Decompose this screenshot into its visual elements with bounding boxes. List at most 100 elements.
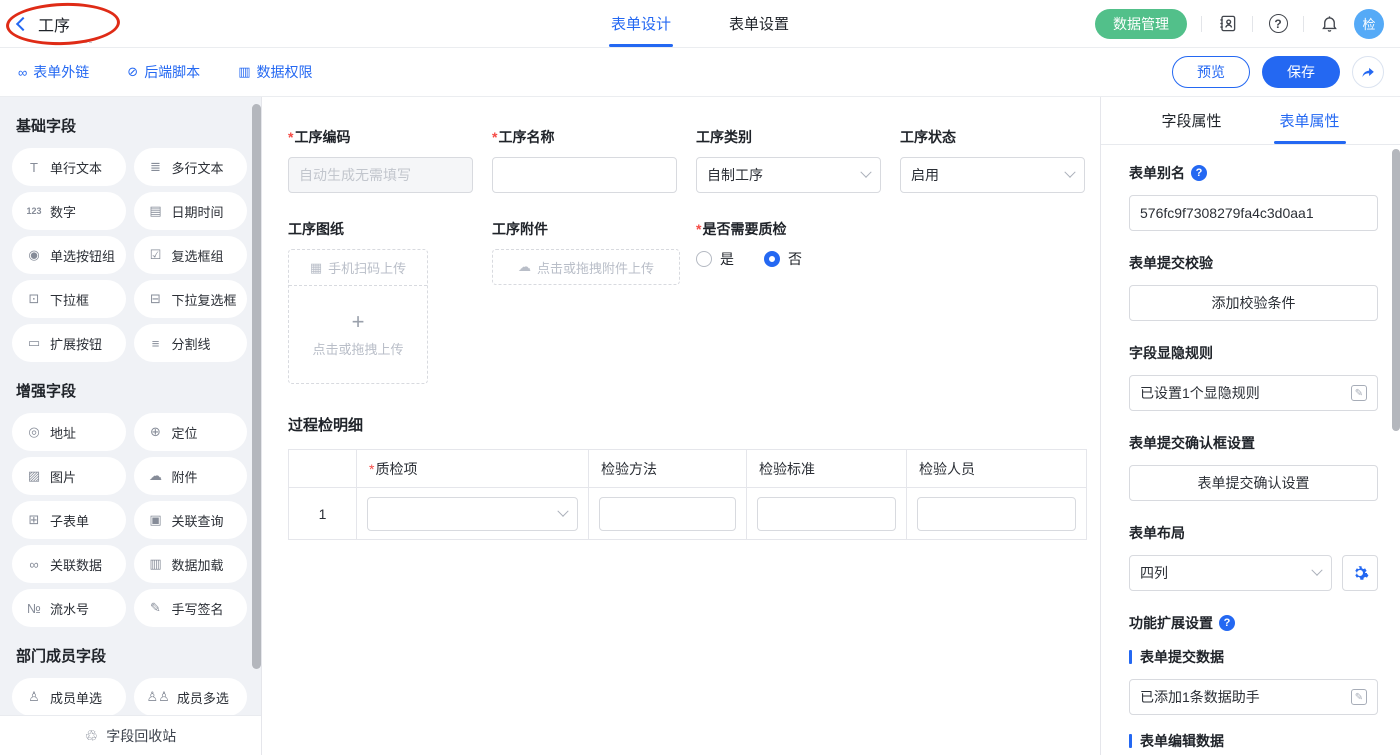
contacts-icon[interactable]: [1216, 13, 1238, 35]
palette-item-multi-select[interactable]: ⊟下拉复选框: [134, 280, 248, 318]
button-icon: ▭: [25, 335, 43, 351]
back-icon[interactable]: [16, 17, 30, 31]
external-link-button[interactable]: ∞ 表单外链: [18, 62, 89, 82]
palette-item-data-load[interactable]: ▥数据加载: [134, 545, 248, 583]
submit-data-box[interactable]: 已添加1条数据助手 ✎: [1129, 679, 1378, 715]
form-alias-input[interactable]: [1129, 195, 1378, 231]
properties-scrollbar[interactable]: [1392, 149, 1400, 431]
palette-item-extend-button[interactable]: ▭ 扩展按钮: [12, 324, 126, 362]
palette-scrollbar[interactable]: [252, 104, 261, 669]
qc-radio-no[interactable]: 否: [764, 249, 802, 269]
back-group[interactable]: 工序: [18, 12, 70, 36]
palette-item-label: 多行文本: [172, 158, 224, 177]
submit-data-subsection: 表单提交数据 已添加1条数据助手 ✎: [1129, 647, 1378, 715]
palette-item-checkbox-group[interactable]: ☑复选框组: [134, 236, 248, 274]
tab-form-design[interactable]: 表单设计: [611, 0, 671, 47]
submit-confirm-label: 表单提交确认框设置: [1129, 433, 1378, 453]
palette-item-label: 定位: [172, 423, 198, 442]
submit-validation-label: 表单提交校验: [1129, 253, 1378, 273]
field-recycle-bin[interactable]: ♲ 字段回收站: [0, 715, 261, 755]
process-status-select[interactable]: 启用: [900, 157, 1085, 193]
section-member-fields: 部门成员字段: [16, 645, 247, 666]
process-name-input[interactable]: [492, 157, 677, 193]
palette-item-location[interactable]: ⊕定位: [134, 413, 248, 451]
palette-item-image[interactable]: ▨图片: [12, 457, 126, 495]
cloud-upload-icon: ☁: [518, 259, 531, 275]
help-badge-icon[interactable]: ?: [1219, 615, 1235, 631]
backend-script-button[interactable]: ⊘ 后端脚本: [127, 62, 200, 82]
share-button[interactable]: [1352, 56, 1384, 88]
dropdown-icon: ⊡: [25, 291, 43, 307]
palette-item-member-single[interactable]: ♙ 成员单选: [12, 678, 126, 716]
qr-code-icon: ▦: [310, 260, 322, 276]
palette-item-divider[interactable]: ≡分割线: [134, 324, 248, 362]
palette-item-address[interactable]: ◎地址: [12, 413, 126, 451]
person-input[interactable]: [917, 497, 1076, 531]
submit-confirm-button[interactable]: 表单提交确认设置: [1129, 465, 1378, 501]
visibility-rules-box[interactable]: 已设置1个显隐规则 ✎: [1129, 375, 1378, 411]
qc-item-select[interactable]: [367, 497, 578, 531]
preview-button[interactable]: 预览: [1172, 56, 1250, 88]
number-icon: 123: [25, 206, 43, 216]
palette-item-attachment[interactable]: ☁附件: [134, 457, 248, 495]
person-icon: ♙: [25, 689, 43, 705]
field-process-status[interactable]: 工序状态 启用: [900, 127, 1085, 193]
divider: [1252, 16, 1253, 32]
qc-item-header: *质检项: [357, 450, 589, 488]
palette-item-label: 手写签名: [172, 599, 224, 618]
palette-item-select[interactable]: ⊡下拉框: [12, 280, 126, 318]
field-label: 是否需要质检: [702, 219, 786, 239]
process-category-select[interactable]: 自制工序: [696, 157, 881, 193]
field-label: 工序类别: [696, 127, 752, 147]
save-button[interactable]: 保存: [1262, 56, 1340, 88]
add-validation-button[interactable]: 添加校验条件: [1129, 285, 1378, 321]
layout-select[interactable]: 四列: [1129, 555, 1332, 591]
layout-settings-button[interactable]: [1342, 555, 1378, 591]
process-check-table: *质检项 检验方法 检验标准 检验人员 1: [288, 449, 1087, 540]
form-layout-label: 表单布局: [1129, 523, 1378, 543]
palette-item-related-data[interactable]: ∞关联数据: [12, 545, 126, 583]
help-icon[interactable]: ?: [1267, 13, 1289, 35]
qc-radio-yes[interactable]: 是: [696, 249, 734, 269]
attachment-upload-area[interactable]: ☁ 点击或拖拽附件上传: [492, 249, 680, 285]
field-process-code[interactable]: *工序编码: [288, 127, 473, 193]
palette-item-member-multi[interactable]: ♙♙ 成员多选: [134, 678, 248, 716]
palette-item-label: 关联数据: [50, 555, 102, 574]
tab-form-properties[interactable]: 表单属性: [1280, 97, 1340, 144]
user-avatar[interactable]: 检: [1354, 9, 1384, 39]
data-manage-button[interactable]: 数据管理: [1095, 9, 1187, 39]
palette-item-datetime[interactable]: ▤日期时间: [134, 192, 248, 230]
field-process-category[interactable]: 工序类别 自制工序: [696, 127, 881, 193]
standard-input[interactable]: [757, 497, 896, 531]
palette-item-subform[interactable]: ⊞子表单: [12, 501, 126, 539]
tab-form-settings[interactable]: 表单设置: [729, 0, 789, 47]
palette-item-multi-text[interactable]: ≣多行文本: [134, 148, 248, 186]
palette-item-single-text[interactable]: T单行文本: [12, 148, 126, 186]
palette-item-number[interactable]: 123数字: [12, 192, 126, 230]
edit-pencil-icon[interactable]: ✎: [1351, 385, 1367, 401]
required-mark: *: [369, 461, 374, 477]
people-icon: ♙♙: [147, 689, 170, 705]
qr-scan-upload-button[interactable]: ▦ 手机扫码上传: [289, 250, 427, 286]
palette-item-label: 成员单选: [50, 688, 102, 707]
notification-bell-icon[interactable]: [1318, 13, 1340, 35]
palette-item-label: 成员多选: [177, 688, 229, 707]
palette-item-radio-group[interactable]: ◉单选按钮组: [12, 236, 126, 274]
edit-pencil-icon[interactable]: ✎: [1351, 689, 1367, 705]
tab-field-properties[interactable]: 字段属性: [1161, 97, 1221, 144]
method-input[interactable]: [599, 497, 736, 531]
help-badge-icon[interactable]: ?: [1191, 165, 1207, 181]
required-mark: *: [696, 221, 701, 237]
visibility-rules-section: 字段显隐规则 已设置1个显隐规则 ✎: [1129, 343, 1378, 411]
field-process-name[interactable]: *工序名称: [492, 127, 677, 193]
palette-item-label: 扩展按钮: [50, 334, 102, 353]
standard-header: 检验标准: [747, 450, 907, 488]
palette-item-signature[interactable]: ✎手写签名: [134, 589, 248, 627]
location-pin-icon: ◎: [25, 424, 43, 440]
section-enhanced-fields: 增强字段: [16, 380, 247, 401]
data-permission-button[interactable]: ▥ 数据权限: [238, 62, 312, 82]
palette-item-serial-number[interactable]: №流水号: [12, 589, 126, 627]
drag-upload-area[interactable]: + 点击或拖拽上传: [289, 286, 427, 383]
field-label: 工序编码: [294, 127, 350, 147]
palette-item-related-query[interactable]: ▣关联查询: [134, 501, 248, 539]
